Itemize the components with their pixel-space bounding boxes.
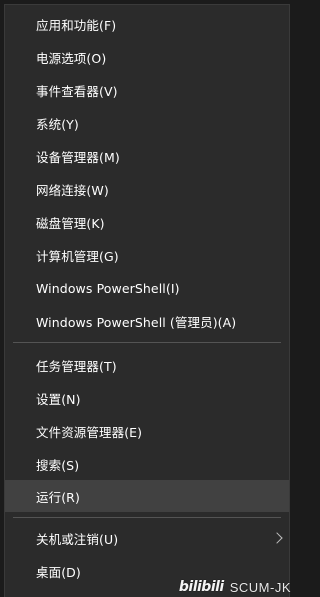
menu-item-power-options[interactable]: 电源选项(O) [5,41,289,73]
menu-item-device-manager[interactable]: 设备管理器(M) [5,140,289,172]
menu-item-label: 文件资源管理器(E) [36,424,143,440]
menu-item-label: 电源选项(O) [36,50,107,66]
menu-item-apps-and-features[interactable]: 应用和功能(F) [5,8,289,40]
menu-item-network-connections[interactable]: 网络连接(W) [5,173,289,205]
menu-item-label: 运行(R) [36,489,80,505]
menu-item-system[interactable]: 系统(Y) [5,107,289,139]
menu-item-run[interactable]: 运行(R) [5,480,289,512]
menu-item-label: 应用和功能(F) [36,17,117,33]
menu-item-label: 关机或注销(U) [36,531,119,547]
menu-item-task-manager[interactable]: 任务管理器(T) [5,349,289,381]
menu-divider [13,342,281,343]
menu-item-desktop[interactable]: 桌面(D) [5,555,289,587]
menu-item-label: Windows PowerShell (管理员)(A) [36,314,237,330]
menu-item-label: Windows PowerShell(I) [36,280,180,296]
winx-context-menu: 应用和功能(F) 电源选项(O) 事件查看器(V) 系统(Y) 设备管理器(M)… [4,4,290,597]
menu-item-search[interactable]: 搜索(S) [5,448,289,480]
menu-item-powershell-admin[interactable]: Windows PowerShell (管理员)(A) [5,305,289,337]
menu-item-event-viewer[interactable]: 事件查看器(V) [5,74,289,106]
menu-item-file-explorer[interactable]: 文件资源管理器(E) [5,415,289,447]
menu-item-label: 磁盘管理(K) [36,215,105,231]
menu-item-computer-management[interactable]: 计算机管理(G) [5,239,289,271]
menu-item-shut-down-or-sign-out[interactable]: 关机或注销(U) [5,522,289,554]
menu-item-disk-management[interactable]: 磁盘管理(K) [5,206,289,238]
menu-item-label: 设置(N) [36,391,81,407]
menu-item-label: 网络连接(W) [36,182,109,198]
menu-item-label: 事件查看器(V) [36,83,118,99]
menu-item-settings[interactable]: 设置(N) [5,382,289,414]
menu-item-label: 搜索(S) [36,457,80,473]
menu-item-label: 任务管理器(T) [36,358,117,374]
menu-item-label: 桌面(D) [36,564,81,580]
menu-item-powershell[interactable]: Windows PowerShell(I) [5,272,289,304]
menu-item-label: 计算机管理(G) [36,248,119,264]
menu-divider [13,517,281,518]
menu-item-label: 设备管理器(M) [36,149,120,165]
menu-item-label: 系统(Y) [36,116,79,132]
chevron-right-icon [271,532,283,544]
